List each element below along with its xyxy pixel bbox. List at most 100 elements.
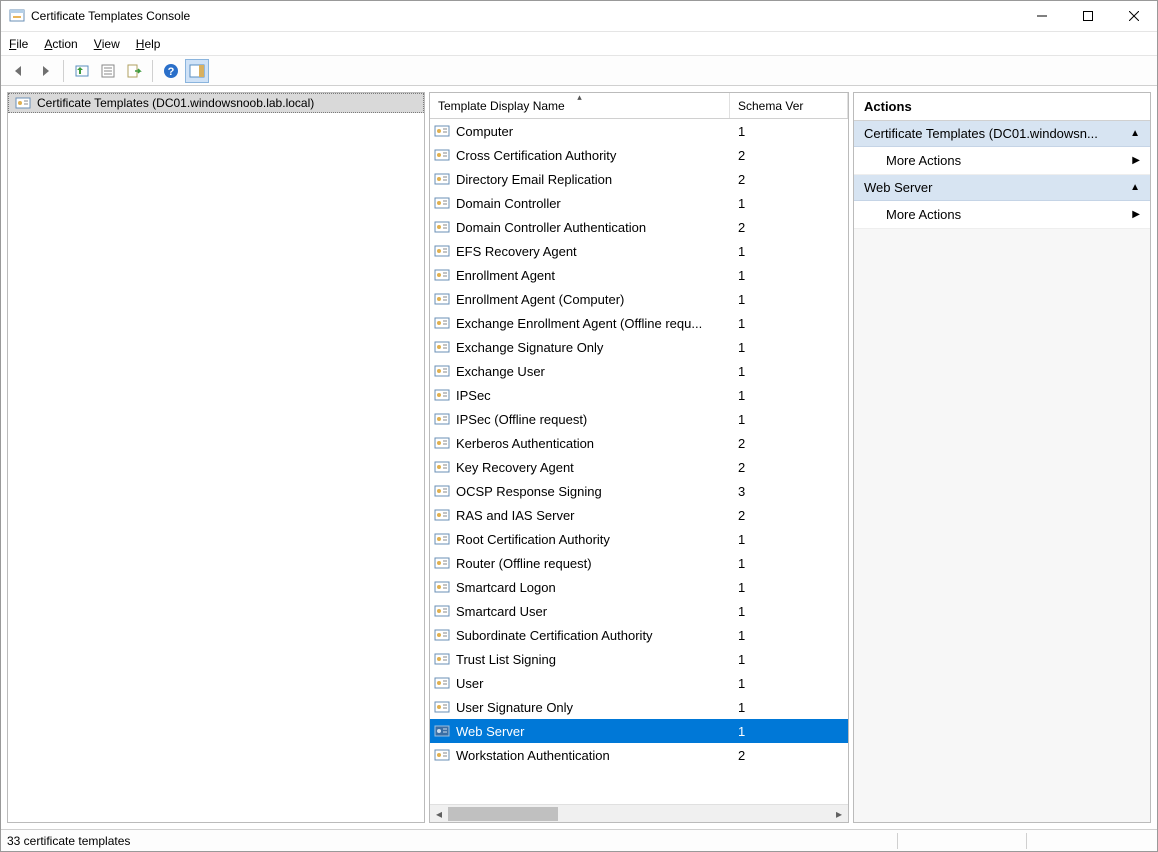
template-schema-version: 1 bbox=[734, 580, 844, 595]
tree-pane[interactable]: Certificate Templates (DC01.windowsnoob.… bbox=[7, 92, 425, 823]
template-row[interactable]: Exchange User1 bbox=[430, 359, 848, 383]
template-row[interactable]: Exchange Enrollment Agent (Offline requ.… bbox=[430, 311, 848, 335]
more-actions-label: More Actions bbox=[886, 153, 961, 168]
certificate-template-icon bbox=[434, 699, 452, 715]
list-body[interactable]: Computer1Cross Certification Authority2D… bbox=[430, 119, 848, 804]
template-name: OCSP Response Signing bbox=[456, 484, 734, 499]
certificate-template-icon bbox=[434, 387, 452, 403]
template-row[interactable]: Smartcard Logon1 bbox=[430, 575, 848, 599]
scroll-right-icon[interactable]: ▸ bbox=[830, 805, 848, 822]
help-button[interactable]: ? bbox=[159, 59, 183, 83]
toolbar-separator bbox=[63, 60, 64, 82]
certificate-template-icon bbox=[434, 555, 452, 571]
template-row[interactable]: Workstation Authentication2 bbox=[430, 743, 848, 767]
template-name: User bbox=[456, 676, 734, 691]
template-schema-version: 1 bbox=[734, 124, 844, 139]
column-header-version[interactable]: Schema Ver bbox=[730, 93, 848, 118]
svg-text:?: ? bbox=[168, 66, 175, 78]
template-schema-version: 1 bbox=[734, 316, 844, 331]
menu-action[interactable]: Action bbox=[44, 37, 77, 51]
actions-title: Actions bbox=[854, 93, 1150, 121]
close-button[interactable] bbox=[1111, 1, 1157, 31]
template-name: Directory Email Replication bbox=[456, 172, 734, 187]
template-row[interactable]: EFS Recovery Agent1 bbox=[430, 239, 848, 263]
template-row[interactable]: Key Recovery Agent2 bbox=[430, 455, 848, 479]
actions-group-selection[interactable]: Web Server ▲ bbox=[854, 175, 1150, 201]
template-schema-version: 2 bbox=[734, 508, 844, 523]
app-icon bbox=[9, 8, 25, 24]
show-hide-actions-button[interactable] bbox=[185, 59, 209, 83]
toolbar: ? bbox=[1, 56, 1157, 86]
certificate-template-icon bbox=[434, 627, 452, 643]
template-schema-version: 2 bbox=[734, 172, 844, 187]
template-schema-version: 1 bbox=[734, 292, 844, 307]
template-row[interactable]: Directory Email Replication2 bbox=[430, 167, 848, 191]
template-schema-version: 1 bbox=[734, 196, 844, 211]
minimize-button[interactable] bbox=[1019, 1, 1065, 31]
column-header-name[interactable]: Template Display Name ▴ bbox=[430, 93, 730, 118]
certificate-template-icon bbox=[434, 603, 452, 619]
template-row[interactable]: OCSP Response Signing3 bbox=[430, 479, 848, 503]
template-name: Trust List Signing bbox=[456, 652, 734, 667]
certificate-template-icon bbox=[434, 747, 452, 763]
template-schema-version: 1 bbox=[734, 604, 844, 619]
template-row[interactable]: Router (Offline request)1 bbox=[430, 551, 848, 575]
tree-root-item[interactable]: Certificate Templates (DC01.windowsnoob.… bbox=[8, 93, 424, 113]
template-row[interactable]: Enrollment Agent (Computer)1 bbox=[430, 287, 848, 311]
template-row[interactable]: Smartcard User1 bbox=[430, 599, 848, 623]
scroll-track[interactable] bbox=[448, 805, 830, 822]
menu-file[interactable]: File bbox=[9, 37, 28, 51]
scroll-left-icon[interactable]: ◂ bbox=[430, 805, 448, 822]
template-row[interactable]: User1 bbox=[430, 671, 848, 695]
template-name: Smartcard User bbox=[456, 604, 734, 619]
template-row[interactable]: Trust List Signing1 bbox=[430, 647, 848, 671]
template-name: Exchange Signature Only bbox=[456, 340, 734, 355]
back-button[interactable] bbox=[7, 59, 31, 83]
actions-group-selection-label: Web Server bbox=[864, 180, 932, 195]
template-row[interactable]: Kerberos Authentication2 bbox=[430, 431, 848, 455]
template-schema-version: 1 bbox=[734, 652, 844, 667]
maximize-button[interactable] bbox=[1065, 1, 1111, 31]
template-row[interactable]: Enrollment Agent1 bbox=[430, 263, 848, 287]
template-row[interactable]: Root Certification Authority1 bbox=[430, 527, 848, 551]
up-button[interactable] bbox=[70, 59, 94, 83]
statusbar: 33 certificate templates bbox=[1, 829, 1157, 851]
template-schema-version: 1 bbox=[734, 244, 844, 259]
template-row[interactable]: Computer1 bbox=[430, 119, 848, 143]
more-actions-selection[interactable]: More Actions ▶ bbox=[854, 201, 1150, 229]
titlebar: Certificate Templates Console bbox=[1, 1, 1157, 32]
template-name: Root Certification Authority bbox=[456, 532, 734, 547]
template-name: User Signature Only bbox=[456, 700, 734, 715]
properties-button[interactable] bbox=[96, 59, 120, 83]
template-row[interactable]: RAS and IAS Server2 bbox=[430, 503, 848, 527]
horizontal-scrollbar[interactable]: ◂ ▸ bbox=[430, 804, 848, 822]
menu-view[interactable]: View bbox=[94, 37, 120, 51]
export-button[interactable] bbox=[122, 59, 146, 83]
template-name: IPSec (Offline request) bbox=[456, 412, 734, 427]
template-row[interactable]: Subordinate Certification Authority1 bbox=[430, 623, 848, 647]
forward-button[interactable] bbox=[33, 59, 57, 83]
template-schema-version: 1 bbox=[734, 412, 844, 427]
more-actions-templates[interactable]: More Actions ▶ bbox=[854, 147, 1150, 175]
certificate-template-icon bbox=[434, 123, 452, 139]
template-row[interactable]: User Signature Only1 bbox=[430, 695, 848, 719]
certificate-template-icon bbox=[434, 723, 452, 739]
certificate-template-icon bbox=[434, 459, 452, 475]
collapse-icon: ▲ bbox=[1130, 182, 1140, 193]
menu-help[interactable]: Help bbox=[136, 37, 161, 51]
template-row[interactable]: Domain Controller Authentication2 bbox=[430, 215, 848, 239]
template-row[interactable]: Domain Controller1 bbox=[430, 191, 848, 215]
template-row[interactable]: IPSec1 bbox=[430, 383, 848, 407]
template-name: EFS Recovery Agent bbox=[456, 244, 734, 259]
template-row[interactable]: Web Server1 bbox=[430, 719, 848, 743]
scroll-thumb[interactable] bbox=[448, 807, 558, 821]
template-row[interactable]: Exchange Signature Only1 bbox=[430, 335, 848, 359]
template-schema-version: 2 bbox=[734, 220, 844, 235]
template-row[interactable]: Cross Certification Authority2 bbox=[430, 143, 848, 167]
mmc-window: Certificate Templates Console File Actio… bbox=[0, 0, 1158, 852]
actions-group-templates[interactable]: Certificate Templates (DC01.windowsn... … bbox=[854, 121, 1150, 147]
body: Certificate Templates (DC01.windowsnoob.… bbox=[1, 86, 1157, 829]
template-row[interactable]: IPSec (Offline request)1 bbox=[430, 407, 848, 431]
template-name: Cross Certification Authority bbox=[456, 148, 734, 163]
template-name: Kerberos Authentication bbox=[456, 436, 734, 451]
